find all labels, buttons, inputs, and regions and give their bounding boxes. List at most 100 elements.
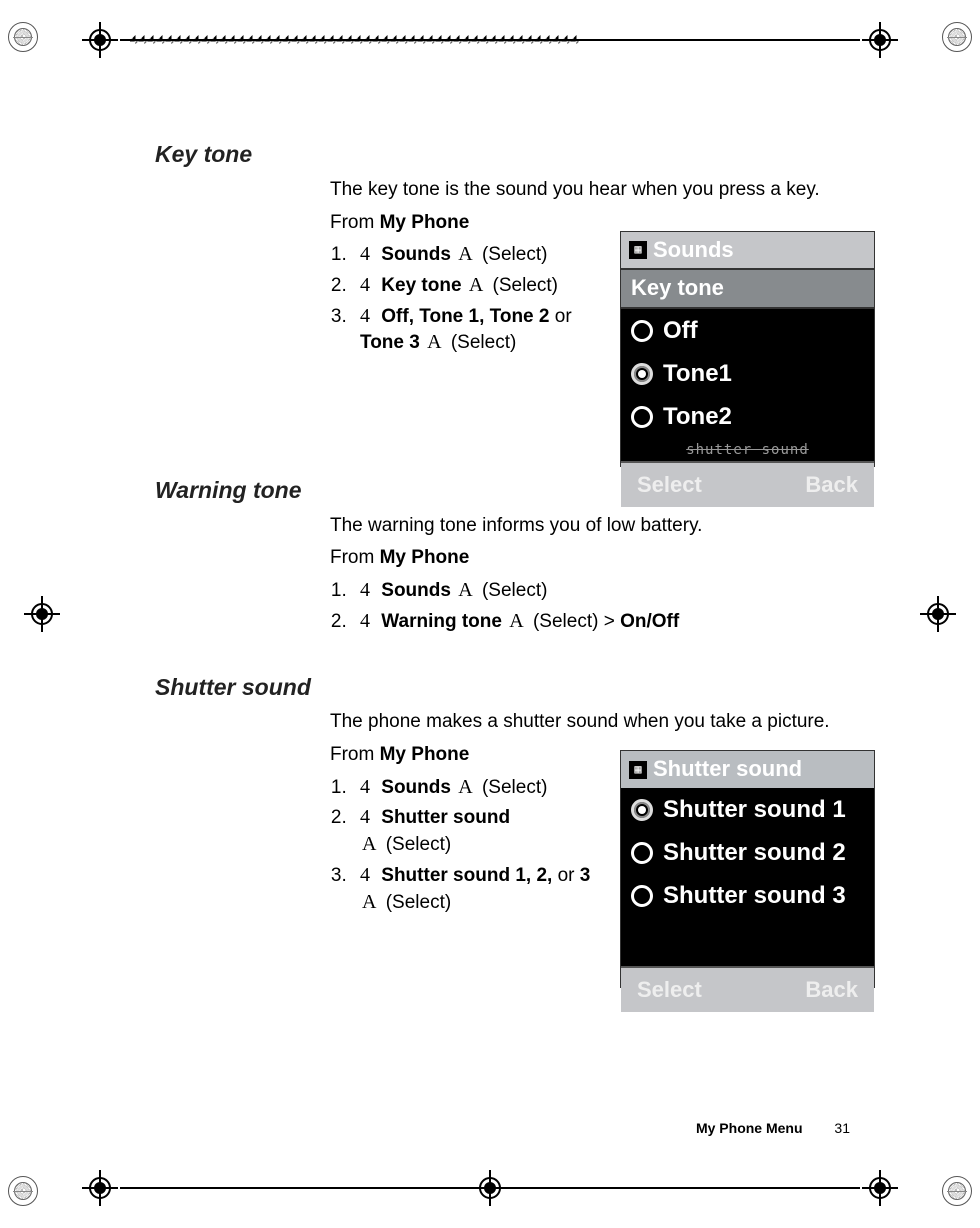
radio-icon — [631, 320, 653, 342]
step-action: Tone 3 — [360, 332, 420, 353]
registration-mark — [942, 1176, 972, 1206]
phone-option-label: Shutter sound 2 — [663, 837, 846, 868]
page-footer: My Phone Menu 31 — [696, 1120, 850, 1136]
phone-softkey-left: Select — [637, 471, 702, 500]
crop-mark-icon — [920, 596, 956, 632]
phone-option-tone2: Tone2 — [621, 395, 874, 438]
phone-title-bar: ▦ Sounds — [621, 232, 874, 269]
section-key-tone: Key tone The key tone is the sound you h… — [155, 140, 875, 438]
section-heading: Shutter sound — [155, 673, 875, 703]
step-action: Warning tone — [381, 611, 502, 632]
step-item: 4 Sounds A (Select) — [352, 241, 610, 268]
radio-icon — [631, 406, 653, 428]
softkey-icon: A — [362, 831, 376, 857]
step-action: Key tone — [381, 275, 461, 296]
registration-mark — [8, 22, 38, 52]
crop-mark-icon — [862, 1170, 898, 1206]
phone-option-label: Shutter sound 1 — [663, 794, 846, 825]
step-action: Sounds — [381, 580, 451, 601]
nav-icon: 4 — [360, 577, 370, 603]
nav-icon: 4 — [360, 241, 370, 267]
from-prefix: From — [330, 547, 380, 568]
step-item: 4 Warning tone A (Select) > On/Off — [352, 608, 875, 635]
phone-option-label: Tone2 — [663, 401, 732, 432]
softkey-icon: A — [458, 577, 472, 603]
step-select: (Select) — [482, 580, 547, 601]
from-menu: My Phone — [380, 744, 470, 765]
phone-option-shutter3: Shutter sound 3 — [621, 874, 874, 917]
from-line: From My Phone — [330, 546, 875, 571]
phone-softkey-right: Back — [805, 471, 858, 500]
crop-mark-icon — [24, 596, 60, 632]
steps-list: 4 Sounds A (Select) 4 Key tone A (Select… — [330, 241, 610, 356]
nav-icon: 4 — [360, 774, 370, 800]
phone-option-off: Off — [621, 309, 874, 352]
step-select: (Select) — [482, 777, 547, 798]
nav-icon: 4 — [360, 804, 370, 830]
footer-title: My Phone Menu — [696, 1120, 803, 1136]
intro-text: The key tone is the sound you hear when … — [330, 178, 875, 203]
crop-mark-icon — [862, 22, 898, 58]
phone-title-icon: ▦ — [629, 241, 647, 259]
phone-option-shutter2: Shutter sound 2 — [621, 831, 874, 874]
phone-softkey-right: Back — [805, 976, 858, 1005]
softkey-icon: A — [362, 889, 376, 915]
step-connector: or — [549, 306, 571, 327]
softkey-icon: A — [427, 329, 441, 355]
registration-mark — [942, 22, 972, 52]
phone-softkey-left: Select — [637, 976, 702, 1005]
step-select: (Select) — [386, 834, 451, 855]
section-shutter-sound: Shutter sound The phone makes a shutter … — [155, 673, 875, 971]
phone-subtitle: Key tone — [621, 268, 874, 309]
softkey-icon: A — [509, 608, 523, 634]
radio-icon — [631, 885, 653, 907]
phone-screenshot-shutter-sound: ▦ Shutter sound Shutter sound 1 Shutter … — [620, 750, 875, 988]
phone-option-label: Tone1 — [663, 358, 732, 389]
decorative-diamond-strip — [130, 34, 600, 48]
phone-softkey-bar: Select Back — [621, 461, 874, 508]
softkey-icon: A — [469, 272, 483, 298]
step-item: 4 Off, Tone 1, Tone 2 or Tone 3 A (Selec… — [352, 303, 610, 356]
step-action: 3 — [580, 865, 591, 886]
intro-text: The phone makes a shutter sound when you… — [330, 710, 875, 735]
phone-option-label: Shutter sound 3 — [663, 880, 846, 911]
page-number: 31 — [834, 1120, 850, 1136]
step-action: Sounds — [381, 777, 451, 798]
crop-mark-icon — [82, 1170, 118, 1206]
step-select: (Select) — [451, 332, 516, 353]
section-heading: Key tone — [155, 140, 875, 170]
radio-icon-selected — [631, 799, 653, 821]
intro-text: The warning tone informs you of low batt… — [330, 514, 875, 539]
step-separator: > — [598, 611, 620, 632]
phone-softkey-bar: Select Back — [621, 966, 874, 1013]
nav-icon: 4 — [360, 303, 370, 329]
step-item: 4 Key tone A (Select) — [352, 272, 610, 299]
phone-title-text: Sounds — [653, 236, 734, 265]
step-item: 4 Sounds A (Select) — [352, 774, 610, 801]
softkey-icon: A — [458, 241, 472, 267]
step-action: Shutter sound 1, 2, — [381, 865, 552, 886]
decorative-rule — [120, 1187, 860, 1189]
step-tail: On/Off — [620, 611, 679, 632]
step-item: 4 Shutter sound 1, 2, or 3 A (Select) — [352, 862, 610, 915]
step-select: (Select) — [493, 275, 558, 296]
from-menu: My Phone — [380, 212, 470, 233]
from-menu: My Phone — [380, 547, 470, 568]
phone-overflow-item: shutter sound — [621, 439, 874, 461]
radio-icon — [631, 842, 653, 864]
phone-screenshot-key-tone: ▦ Sounds Key tone Off Tone1 Tone2 shutte… — [620, 231, 875, 467]
step-item: 4 Sounds A (Select) — [352, 577, 875, 604]
phone-title-text: Shutter sound — [653, 755, 802, 784]
step-connector: or — [552, 865, 579, 886]
phone-option-label: Off — [663, 315, 698, 346]
step-select: (Select) — [482, 244, 547, 265]
from-prefix: From — [330, 744, 380, 765]
nav-icon: 4 — [360, 272, 370, 298]
steps-list: 4 Sounds A (Select) 4 Shutter sound A (S… — [330, 774, 610, 915]
step-action: Sounds — [381, 244, 451, 265]
softkey-icon: A — [458, 774, 472, 800]
nav-icon: 4 — [360, 608, 370, 634]
step-select: (Select) — [533, 611, 598, 632]
phone-option-tone1: Tone1 — [621, 352, 874, 395]
phone-title-icon: ▦ — [629, 761, 647, 779]
